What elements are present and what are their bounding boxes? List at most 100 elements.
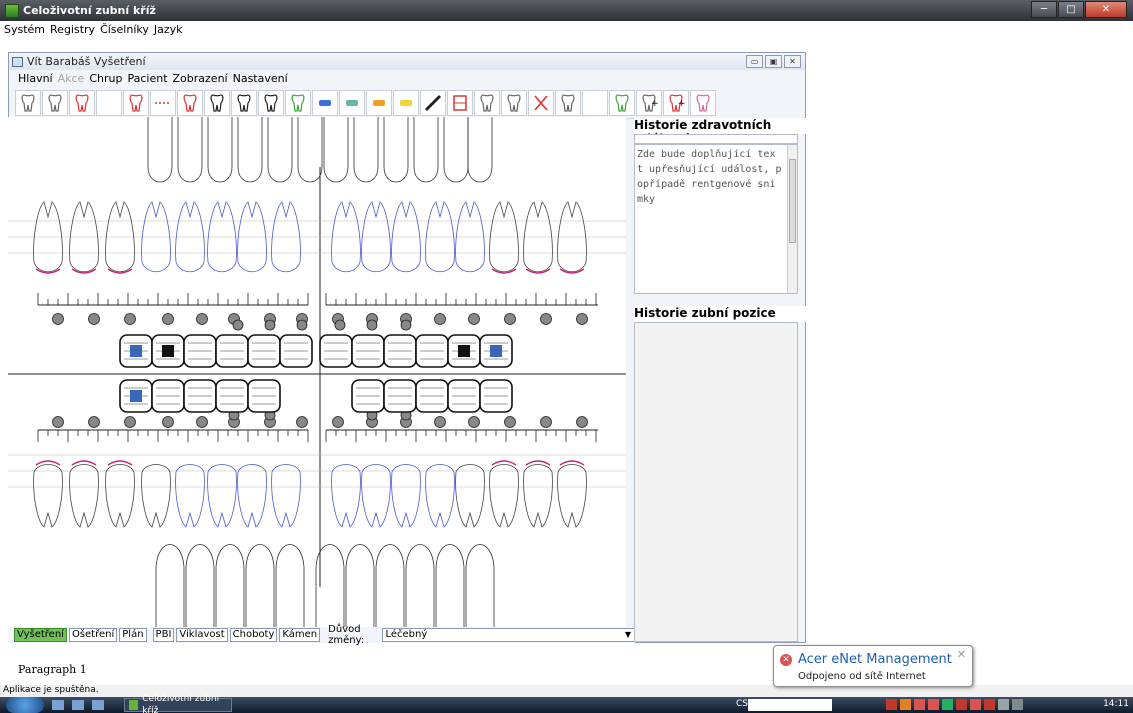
mobility-indicator[interactable] [366, 319, 378, 331]
occlusal-surface-lower[interactable] [151, 379, 185, 413]
dental-chart[interactable] [8, 117, 626, 627]
clock[interactable]: 14:11 [1103, 699, 1129, 709]
tooth-black-2-icon[interactable] [231, 89, 257, 116]
occlusal-surface-lower[interactable] [447, 379, 481, 413]
lower-tooth[interactable] [271, 464, 301, 528]
occlusal-surface-lower[interactable] [415, 379, 449, 413]
upper-tooth-root[interactable] [443, 117, 469, 183]
lower-tooth-root[interactable] [155, 544, 185, 628]
lower-tooth[interactable] [69, 464, 99, 528]
occlusal-surface-upper[interactable] [183, 334, 217, 368]
mobility-indicator[interactable] [400, 319, 412, 331]
tooth-green-crown-icon[interactable] [609, 89, 635, 116]
tab-choboty[interactable]: Choboty [229, 628, 278, 642]
tooth-black-icon[interactable] [204, 89, 230, 116]
close-button[interactable]: ✕ [1085, 1, 1127, 18]
history-events-list[interactable] [634, 134, 798, 144]
occlusal-surface-upper[interactable] [279, 334, 313, 368]
menu-hlavni[interactable]: Hlavní [18, 72, 53, 85]
history-position-panel[interactable] [634, 322, 798, 642]
mobility-indicator[interactable] [468, 313, 480, 325]
tooth-outline-icon[interactable] [42, 89, 68, 116]
mobility-indicator[interactable] [296, 416, 308, 428]
network-icon[interactable] [1012, 699, 1023, 710]
tray-icon-2[interactable] [900, 699, 911, 710]
lower-tooth-root[interactable] [435, 544, 465, 628]
lower-tooth[interactable] [425, 464, 455, 528]
upper-tooth-root[interactable] [413, 117, 439, 183]
blank-icon[interactable] [96, 89, 122, 116]
lower-tooth[interactable] [33, 464, 63, 528]
occlusal-surface-upper[interactable] [479, 334, 513, 368]
tab-plan[interactable]: Plán [119, 628, 147, 642]
mobility-indicator[interactable] [264, 319, 276, 331]
upper-tooth-root[interactable] [353, 117, 379, 183]
upper-tooth-root[interactable] [237, 117, 263, 183]
tooth-gray-icon[interactable] [15, 89, 41, 116]
mobility-indicator[interactable] [296, 319, 308, 331]
occlusal-surface-lower[interactable] [479, 379, 513, 413]
mobility-indicator[interactable] [162, 416, 174, 428]
tab-vysetreni[interactable]: Vyšetření [14, 628, 67, 642]
root-red-icon[interactable] [177, 89, 203, 116]
menu-pacient[interactable]: Pacient [127, 72, 167, 85]
tooth-red-root-icon[interactable] [69, 89, 95, 116]
upper-tooth-root[interactable] [267, 117, 293, 183]
mobility-indicator[interactable] [124, 313, 136, 325]
mobility-indicator[interactable] [88, 416, 100, 428]
tooth-plus-red-icon[interactable]: + [663, 89, 689, 116]
minimize-button[interactable]: ─ [1031, 1, 1057, 18]
mobility-indicator[interactable] [576, 416, 588, 428]
tooth-empty-icon[interactable] [501, 89, 527, 116]
menu-system[interactable]: Systém [4, 23, 45, 36]
mobility-indicator[interactable] [434, 313, 446, 325]
occlusal-surface-upper[interactable] [119, 334, 153, 368]
occlusal-surface-upper[interactable] [319, 334, 353, 368]
upper-tooth-root[interactable] [467, 117, 493, 183]
tray-icon-7[interactable] [970, 699, 981, 710]
tray-icon-5[interactable] [942, 699, 953, 710]
history-events-scrollbar[interactable] [787, 145, 797, 293]
quicklaunch-show-desktop-icon[interactable] [52, 700, 64, 710]
volume-icon[interactable] [998, 699, 1009, 710]
occlusal-surface-upper[interactable] [383, 334, 417, 368]
scrollbar-thumb[interactable] [789, 159, 796, 243]
occlusal-surface-lower[interactable] [383, 379, 417, 413]
lower-tooth-root[interactable] [345, 544, 375, 628]
lower-tooth[interactable] [361, 464, 391, 528]
start-button[interactable] [6, 697, 44, 713]
quicklaunch-switch-windows-icon[interactable] [72, 700, 84, 710]
mobility-indicator[interactable] [468, 416, 480, 428]
mobility-indicator[interactable] [52, 313, 64, 325]
child-close-button[interactable]: ✕ [784, 55, 801, 68]
lower-tooth-root[interactable] [215, 544, 245, 628]
language-indicator[interactable]: CS [736, 699, 748, 709]
tooth-red-crown-icon[interactable] [123, 89, 149, 116]
menu-ciselniky[interactable]: Číselníky [100, 23, 149, 36]
lower-tooth-root[interactable] [465, 544, 495, 628]
balloon-close-icon[interactable]: ✕ [957, 648, 966, 661]
tray-icon-1[interactable] [886, 699, 897, 710]
tooth-plus-icon[interactable]: + [636, 89, 662, 116]
occlusal-surface-lower[interactable] [215, 379, 249, 413]
tray-icon-3[interactable] [914, 699, 925, 710]
upper-tooth-root[interactable] [323, 117, 349, 183]
lower-tooth[interactable] [207, 464, 237, 528]
mobility-indicator[interactable] [504, 313, 516, 325]
taskbar-search-input[interactable] [748, 699, 832, 711]
tooth-pink-icon[interactable] [690, 89, 716, 116]
mobility-indicator[interactable] [504, 416, 516, 428]
mobility-indicator[interactable] [162, 313, 174, 325]
occlusal-surface-upper[interactable] [215, 334, 249, 368]
occlusal-surface-lower[interactable] [119, 379, 153, 413]
lower-tooth[interactable] [557, 464, 587, 528]
upper-tooth-root[interactable] [207, 117, 233, 183]
lower-tooth[interactable] [331, 464, 361, 528]
mobility-indicator[interactable] [196, 416, 208, 428]
menu-nastaveni[interactable]: Nastavení [233, 72, 288, 85]
tab-kamen[interactable]: Kámen [279, 628, 321, 642]
tooth-green-icon[interactable] [285, 89, 311, 116]
tab-pbi[interactable]: PBI [152, 628, 175, 642]
bar-teal-icon[interactable] [339, 89, 365, 116]
occlusal-surface-upper[interactable] [447, 334, 481, 368]
